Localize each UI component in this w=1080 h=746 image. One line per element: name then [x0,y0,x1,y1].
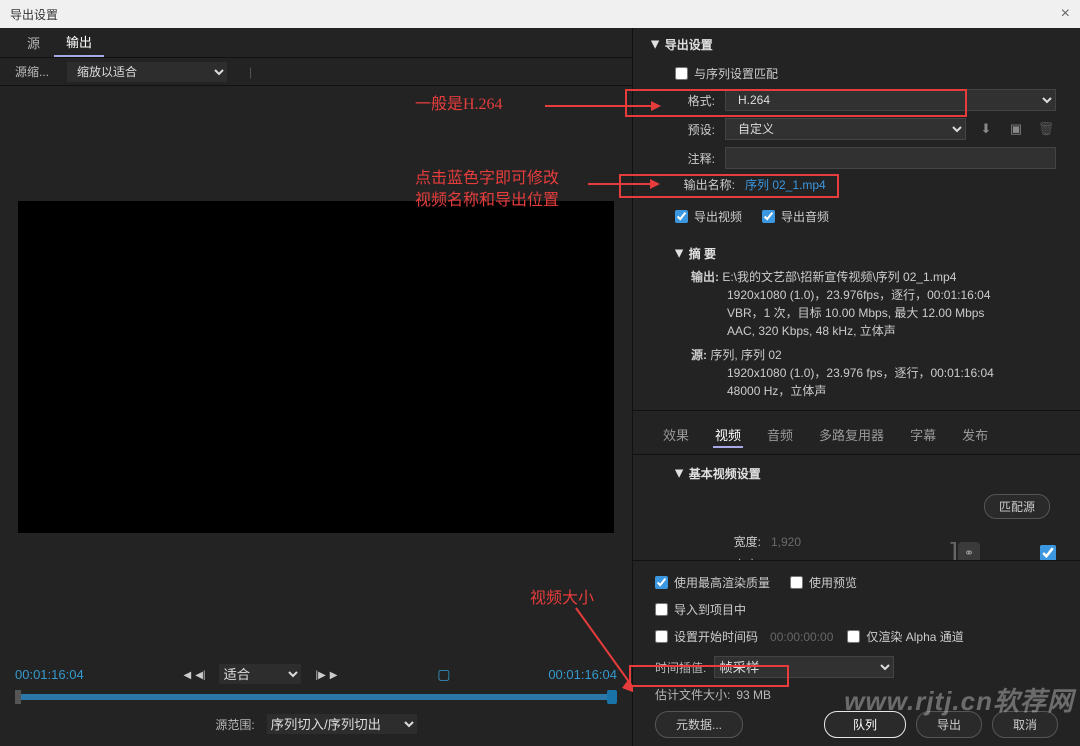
source-output-tabs: 源 输出 [0,28,632,58]
tab-publish[interactable]: 发布 [960,423,990,448]
preset-label: 预设: [675,121,715,138]
in-timecode[interactable]: 00:01:16:04 [15,667,84,682]
scale-select[interactable]: 缩放以适合 [67,62,227,82]
source-range-select[interactable]: 序列切入/序列切出 [267,714,417,734]
summary-header[interactable]: ▶ 摘 要 [675,239,1056,268]
alpha-only-checkbox[interactable] [847,630,860,643]
notes-input[interactable] [725,147,1056,169]
annotation-format: 一般是H.264 [415,94,503,116]
render-options: 使用最高渲染质量 使用预览 导入到项目中 设置开始时间码 00:00:00:00… [633,560,1080,746]
use-preview-checkbox[interactable] [790,576,803,589]
tab-audio[interactable]: 音频 [765,423,795,448]
tab-effects[interactable]: 效果 [661,423,691,448]
fit-select[interactable]: 适合 [219,664,301,684]
export-audio-label: 导出音频 [781,208,829,225]
video-preview [18,201,614,533]
timeline: 00:01:16:04 ◀◀| 适合 |▶▶ ▢ 00:01:16:04 源范围… [0,654,632,746]
export-video-checkbox[interactable] [675,210,688,223]
estsize-value: 93 MB [736,688,771,702]
queue-button[interactable]: 队列 [824,711,906,738]
basic-video-header[interactable]: ▶ 基本视频设置 [657,455,1056,490]
divider: | [249,65,252,79]
export-audio-checkbox[interactable] [762,210,775,223]
window-title: 导出设置 [10,6,58,23]
chevron-down-icon: ▶ [649,41,660,49]
notes-label: 注释: [675,150,715,167]
bracket-icon: ] [950,533,958,560]
settings-tabs: 效果 视频 音频 多路复用器 字幕 发布 [633,410,1080,454]
timeline-slider[interactable] [15,694,617,700]
highlight-box [619,174,839,198]
video-settings: ▶ 基本视频设置 匹配源 宽度: 1,920 高度: 1,080 ] [633,454,1080,560]
aspect-icon[interactable]: ▢ [437,666,450,683]
metadata-button[interactable]: 元数据... [655,711,743,738]
import-project-checkbox[interactable] [655,603,668,616]
summary-source: 源: 序列, 序列 02 1920x1080 (1.0)，23.976 fps，… [675,346,1056,400]
match-sequence-label: 与序列设置匹配 [694,65,778,82]
save-preset-icon[interactable]: ⬇ [976,119,996,139]
chevron-down-icon: ▶ [673,250,684,258]
cancel-button[interactable]: 取消 [992,711,1058,738]
estsize-label: 估计文件大小: [655,686,730,703]
max-quality-checkbox[interactable] [655,576,668,589]
step-arrows[interactable]: ◀◀| [181,667,207,681]
source-scale-label: 源缩... [15,63,49,80]
annotation-outputname: 点击蓝色字即可修改视频名称和导出位置 [415,168,559,212]
tab-source[interactable]: 源 [15,29,52,56]
import-preset-icon[interactable]: ▣ [1006,119,1026,139]
step-arrows[interactable]: |▶▶ [313,667,339,681]
close-icon[interactable]: × [1061,5,1070,23]
start-tc-checkbox[interactable] [655,630,668,643]
source-range-label: 源范围: [215,716,254,733]
match-dimensions-checkbox[interactable] [1040,545,1056,560]
width-value[interactable]: 1,920 [771,535,891,549]
export-video-label: 导出视频 [694,208,742,225]
title-bar: 导出设置 × [0,0,1080,28]
preset-select[interactable]: 自定义 [725,118,966,140]
highlight-box [625,89,967,117]
tab-video[interactable]: 视频 [713,423,743,448]
width-label: 宽度: [681,533,761,550]
tab-mux[interactable]: 多路复用器 [817,423,886,448]
delete-preset-icon[interactable]: 🗑 [1036,119,1056,139]
export-button[interactable]: 导出 [916,711,982,738]
summary-output: 输出: E:\我的文艺部\招新宣传视频\序列 02_1.mp4 1920x108… [675,268,1056,340]
preview-panel: 源 输出 源缩... 缩放以适合 | 一般是H.264 点击蓝色字即可修改视频名… [0,28,633,746]
tab-output[interactable]: 输出 [54,28,104,57]
match-sequence-checkbox[interactable] [675,67,688,80]
highlight-box [629,665,789,687]
export-settings-header[interactable]: ▶ 导出设置 [633,28,1080,61]
link-icon[interactable]: ⚭ [958,542,980,560]
tab-caption[interactable]: 字幕 [908,423,938,448]
chevron-down-icon: ▶ [673,470,684,478]
match-source-button[interactable]: 匹配源 [984,494,1050,519]
export-settings-panel: ▶ 导出设置 与序列设置匹配 格式: H.264 预设: 自定义 ⬇ ▣ 🗑 注… [633,28,1080,746]
